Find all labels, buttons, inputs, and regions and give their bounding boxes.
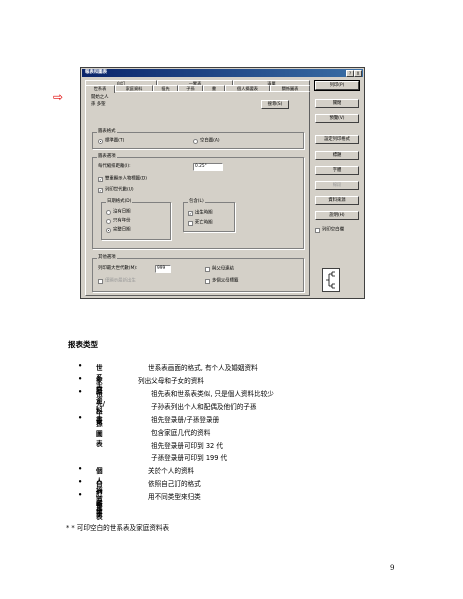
description: 世系表画面的格式, 有个人及婚姻资料 bbox=[148, 364, 258, 372]
indent-label: 每代縮排距離(I): bbox=[98, 164, 131, 169]
start-person-name: 孫 多聖 bbox=[91, 102, 106, 107]
sources-button[interactable]: 資料來源 bbox=[315, 196, 359, 205]
description: 包含家庭几代的资料 bbox=[151, 429, 211, 437]
include-group: 包含(L) ✓ 出生時期 死亡時期 bbox=[183, 199, 235, 232]
description: 依照自己訂的格式 bbox=[148, 480, 201, 488]
multiple-parents-checkbox[interactable]: 多個父母標籤 bbox=[205, 279, 238, 285]
bullet: • bbox=[78, 465, 83, 473]
check-icon bbox=[98, 279, 103, 284]
dialog-titlebar: 報表和圖表 ? X bbox=[82, 69, 363, 77]
preview-button[interactable]: 預覽(V) bbox=[315, 114, 359, 123]
bullet: • bbox=[78, 388, 83, 396]
check-icon bbox=[205, 267, 210, 272]
bullet: • bbox=[78, 375, 83, 383]
tab-pedigree[interactable]: 世系表 bbox=[85, 85, 115, 93]
description: 关於个人的资料 bbox=[148, 467, 195, 475]
print-blank-checkbox[interactable]: 列印空白欄 bbox=[315, 228, 344, 234]
check-icon bbox=[205, 279, 210, 284]
birth-date-checkbox[interactable]: ✓ 出生時期 bbox=[188, 211, 213, 217]
chart-format-group: 圖表格式 標準圖(T) 空白圖(A) bbox=[92, 129, 304, 149]
description: 祖先登录册/子孫登录册 bbox=[151, 416, 220, 424]
max-generations-input[interactable]: 999 bbox=[155, 265, 171, 273]
full-date-radio[interactable]: 完整日期 bbox=[106, 228, 131, 234]
standard-chart-radio[interactable]: 標準圖(T) bbox=[98, 139, 124, 145]
term: 一覽表 bbox=[96, 493, 103, 521]
bullet: • bbox=[78, 362, 83, 370]
other-options-legend: 其他選項 bbox=[97, 255, 117, 261]
dual-label-checkbox[interactable]: ✓ 雙重顯示人物標籤(D) bbox=[98, 177, 147, 183]
help-title-button[interactable]: ? bbox=[346, 70, 354, 77]
tab-panel: 開始之人 孫 多聖 搜尋(S) 圖表格式 標準圖(T) 空白圖(A) 圖表選項 … bbox=[85, 91, 310, 296]
radio-icon bbox=[106, 210, 111, 215]
report-dialog: 報表和圖表 ? X 自訂 一覽表 清單 世系表 家庭資料 祖先 子孫 書 個人摘… bbox=[80, 67, 365, 299]
latest-birth-checkbox: 僅顯示最新出生 bbox=[98, 279, 136, 285]
radio-icon bbox=[193, 139, 198, 144]
include-legend: 包含(L) bbox=[188, 199, 205, 205]
bullet: • bbox=[78, 414, 83, 422]
max-generations-label: 列印最大世代數(M): bbox=[98, 266, 138, 271]
chart-options-legend: 圖表選項 bbox=[97, 154, 117, 160]
page-number: 9 bbox=[390, 564, 395, 572]
check-icon bbox=[315, 228, 320, 233]
print-button[interactable]: 列印(P) bbox=[314, 80, 360, 91]
year-only-radio[interactable]: 只有年份 bbox=[106, 219, 131, 225]
radio-icon bbox=[98, 139, 103, 144]
term: 書 bbox=[96, 416, 103, 424]
description: 祖先登录册可印到 32 代 bbox=[151, 442, 223, 450]
close-button[interactable]: 關閉 bbox=[315, 99, 359, 108]
other-options-group: 其他選項 列印最大世代數(M): 999 與父母連結 多個父母標籤 僅顯示最新出… bbox=[92, 255, 304, 292]
title-button[interactable]: 標題 bbox=[315, 151, 359, 160]
red-arrow-icon: ⇨ bbox=[53, 90, 64, 104]
chart-options-group: 圖表選項 每代縮排距離(I): 0.25" ✓ 雙重顯示人物標籤(D) ✓ 列印世代… bbox=[92, 154, 304, 249]
section-heading: 报表类型 bbox=[68, 340, 98, 349]
search-button[interactable]: 搜尋(S) bbox=[261, 100, 289, 109]
bullet: • bbox=[78, 478, 83, 486]
description: 子孫登录册可印到 199 代 bbox=[151, 454, 228, 462]
check-icon: ✓ bbox=[98, 177, 103, 182]
death-date-checkbox[interactable]: 死亡時期 bbox=[188, 221, 213, 227]
check-icon: ✓ bbox=[98, 188, 103, 193]
radio-icon bbox=[106, 219, 111, 224]
indent-input[interactable]: 0.25" bbox=[193, 163, 223, 171]
start-person-heading: 開始之人 bbox=[91, 95, 109, 100]
dialog-title: 報表和圖表 bbox=[85, 70, 107, 75]
blank-chart-radio[interactable]: 空白圖(A) bbox=[193, 139, 220, 145]
description: 用不同类型來归类 bbox=[148, 493, 201, 501]
footnote: * * 可印空白的世系表及家庭资料表 bbox=[66, 524, 170, 532]
description: 祖先表和世系表类似, 只是個人资料比较少 bbox=[151, 390, 274, 398]
date-format-group: 日期格式(D) 沒有日期 只有年份 完整日期 bbox=[101, 199, 171, 240]
date-format-legend: 日期格式(D) bbox=[106, 199, 133, 205]
font-button[interactable]: 字體 bbox=[315, 166, 359, 175]
lines-button: 線段 bbox=[315, 181, 359, 190]
description: 列出父母和子女的资料 bbox=[138, 377, 204, 385]
bullet: • bbox=[78, 491, 83, 499]
pedigree-chart-icon bbox=[322, 268, 340, 292]
check-icon: ✓ bbox=[188, 211, 193, 216]
help-button[interactable]: 說明(H) bbox=[315, 211, 359, 220]
description: 子孙表列出个人和配偶及他们的子孫 bbox=[151, 403, 257, 411]
print-generations-checkbox[interactable]: ✓ 列印世代數(U) bbox=[98, 188, 134, 194]
link-parents-checkbox[interactable]: 與父母連結 bbox=[205, 267, 234, 273]
radio-icon bbox=[106, 228, 111, 233]
check-icon bbox=[188, 221, 193, 226]
no-date-radio[interactable]: 沒有日期 bbox=[106, 210, 131, 216]
close-title-button[interactable]: X bbox=[354, 70, 362, 77]
print-setup-button[interactable]: 設定列印格式 bbox=[315, 135, 359, 144]
chart-format-legend: 圖表格式 bbox=[97, 129, 117, 135]
